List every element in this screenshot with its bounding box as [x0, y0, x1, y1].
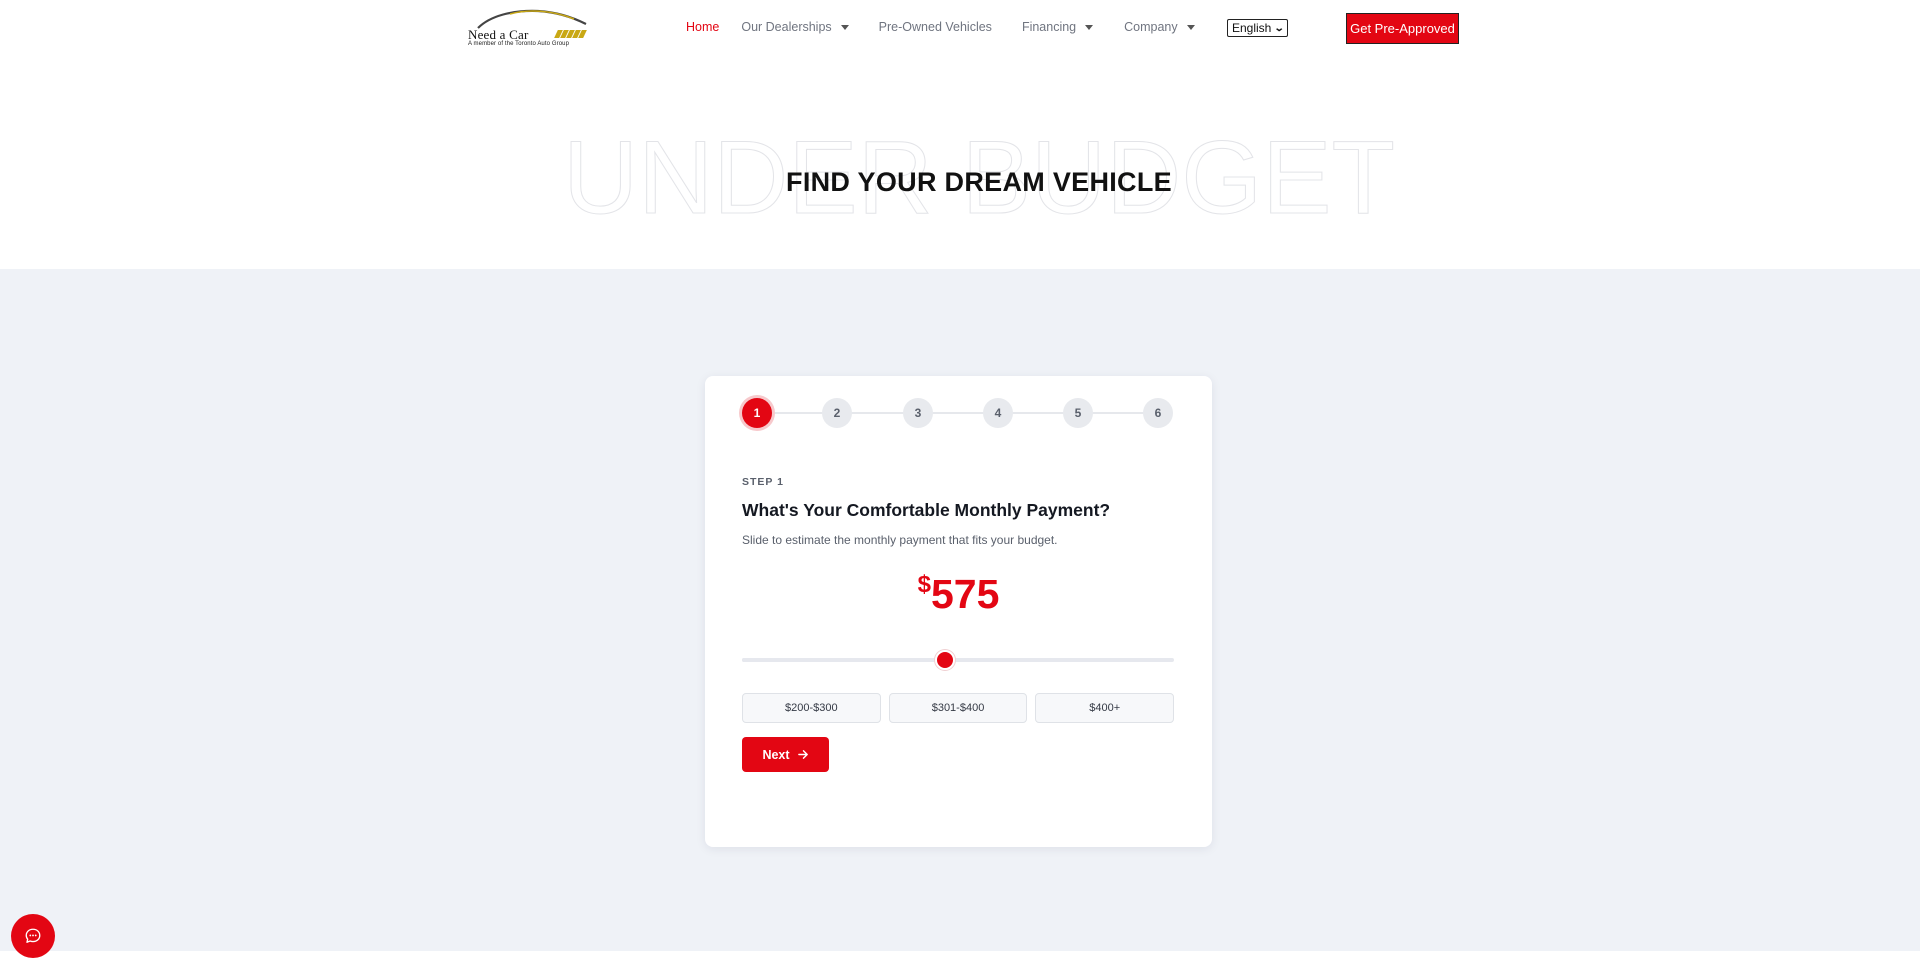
- nav-home-label: Home: [686, 20, 720, 34]
- preset-ranges: $200-$300 $301-$400 $400+: [742, 693, 1175, 723]
- question-description: Slide to estimate the monthly payment th…: [742, 533, 1058, 547]
- page-title: FIND YOUR DREAM VEHICLE: [786, 167, 1172, 197]
- arrow-right-icon: [797, 750, 808, 759]
- site-header: Need a Car A member of the Toronto Auto …: [0, 0, 1920, 56]
- nav-company[interactable]: Company: [1124, 20, 1195, 34]
- preset-200-300-button[interactable]: $200-$300: [742, 693, 881, 723]
- nav-financing[interactable]: Financing: [1021, 20, 1094, 34]
- language-value: English: [1232, 21, 1272, 35]
- next-button-label: Next: [762, 747, 790, 762]
- step-3[interactable]: 3: [903, 398, 933, 428]
- progress-stepper: 1 2 3 4 5 6: [742, 398, 1173, 428]
- currency-symbol: $: [917, 571, 931, 598]
- nav-our-dealerships-label: Our Dealerships: [741, 20, 832, 34]
- nav-pre-owned-vehicles-label: Pre-Owned Vehicles: [878, 20, 992, 34]
- nav-company-label: Company: [1124, 20, 1178, 34]
- logo[interactable]: Need a Car A member of the Toronto Auto …: [466, 8, 598, 50]
- caret-down-icon: [840, 24, 849, 30]
- chat-button[interactable]: [11, 914, 55, 958]
- payment-amount: $575: [705, 571, 1212, 618]
- hero-section: UNDER BUDGET FIND YOUR DREAM VEHICLE: [0, 56, 1920, 269]
- language-select[interactable]: English ⌄: [1227, 19, 1288, 37]
- logo-stripes: [554, 30, 587, 38]
- step-6[interactable]: 6: [1143, 398, 1173, 428]
- caret-down-icon: [1085, 24, 1094, 30]
- chevron-down-icon: ⌄: [1273, 23, 1285, 34]
- chat-bubble-icon: [25, 928, 41, 943]
- get-pre-approved-button[interactable]: Get Pre-Approved: [1346, 13, 1459, 44]
- next-button[interactable]: Next: [742, 737, 829, 772]
- slider-fill: [742, 658, 946, 662]
- question-title: What's Your Comfortable Monthly Payment?: [742, 500, 1111, 520]
- step-4[interactable]: 4: [983, 398, 1013, 428]
- main-nav: Home Our Dealerships Pre-Owned Vehicles …: [686, 20, 1195, 34]
- step-label: STEP 1: [742, 476, 784, 488]
- slider-thumb[interactable]: [935, 650, 956, 670]
- wizard-card: 1 2 3 4 5 6 STEP 1 What's Your Comfortab…: [705, 376, 1212, 847]
- payment-value: 575: [930, 571, 1000, 617]
- nav-pre-owned-vehicles[interactable]: Pre-Owned Vehicles: [879, 20, 992, 34]
- stepper-track: [757, 412, 1158, 414]
- payment-slider[interactable]: [742, 650, 1174, 670]
- step-5[interactable]: 5: [1063, 398, 1093, 428]
- nav-home[interactable]: Home: [686, 20, 719, 34]
- step-2[interactable]: 2: [822, 398, 852, 428]
- caret-down-icon: [1186, 24, 1195, 30]
- nav-our-dealerships[interactable]: Our Dealerships: [741, 20, 849, 34]
- nav-financing-label: Financing: [1021, 20, 1077, 34]
- preset-400-plus-button[interactable]: $400+: [1035, 693, 1175, 723]
- step-1[interactable]: 1: [742, 398, 772, 428]
- budget-section: 1 2 3 4 5 6 STEP 1 What's Your Comfortab…: [0, 269, 1920, 951]
- preset-301-400-button[interactable]: $301-$400: [888, 693, 1028, 723]
- logo-tagline: A member of the Toronto Auto Group: [468, 41, 570, 47]
